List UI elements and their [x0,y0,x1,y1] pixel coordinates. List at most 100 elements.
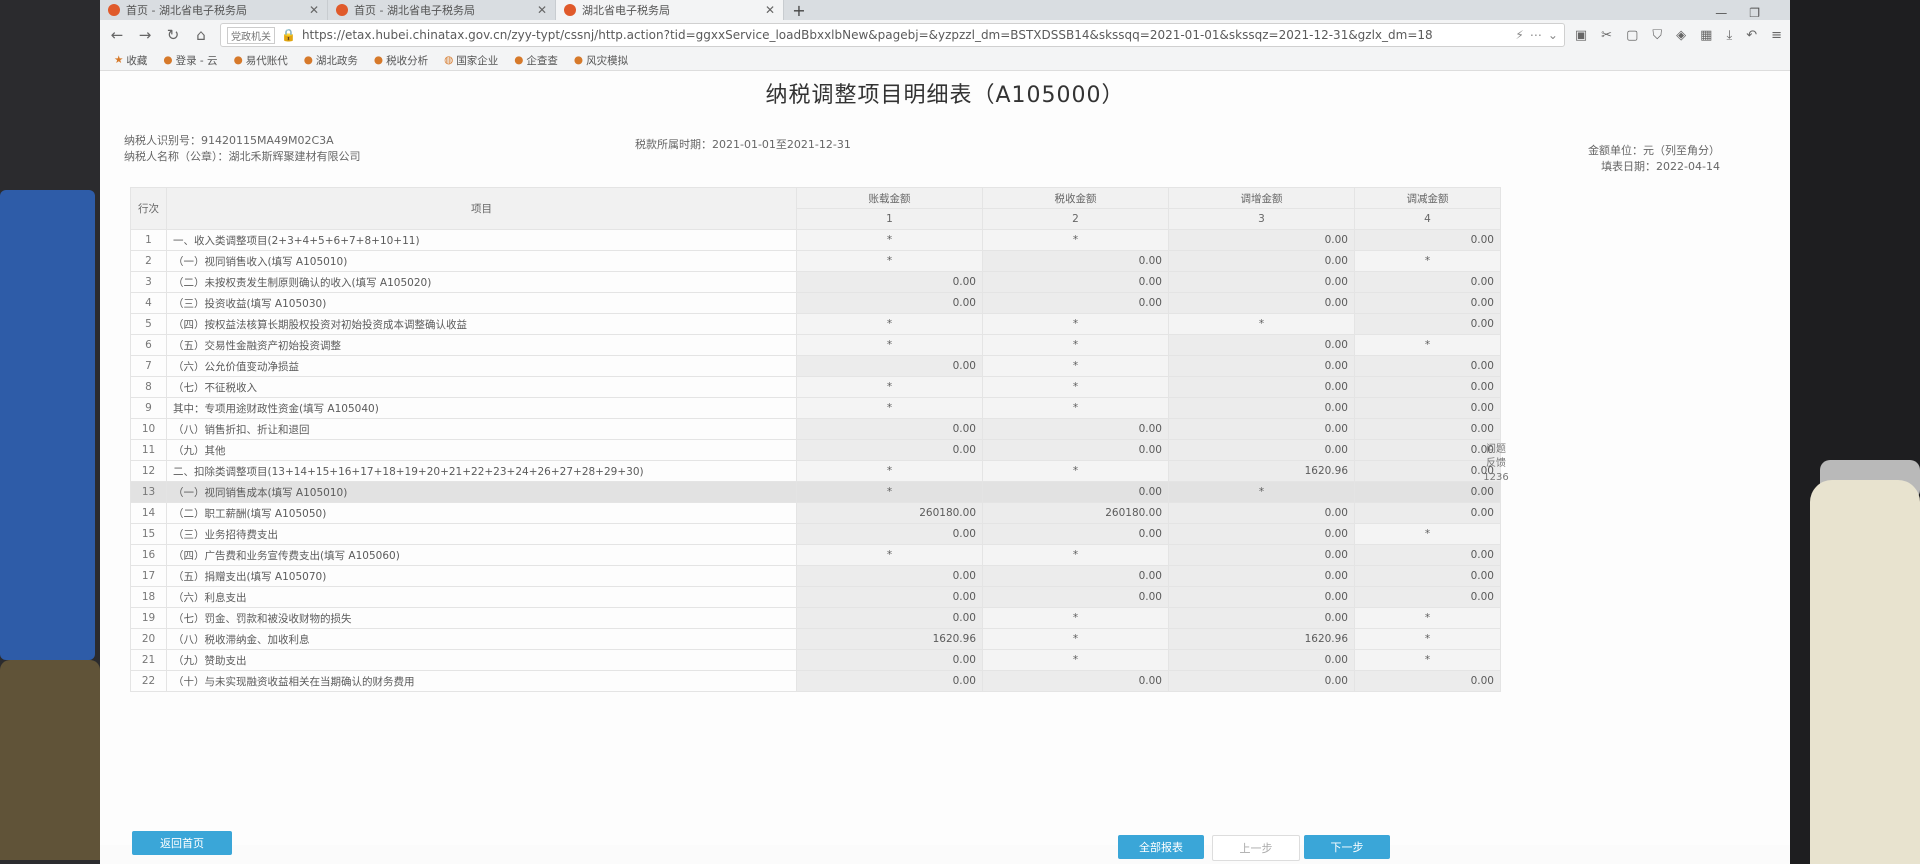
amount-cell[interactable]: 0.00 [1168,439,1355,461]
scissors-icon[interactable]: ✂ [1601,28,1612,43]
amount-cell[interactable]: 0.00 [982,439,1169,461]
lightning-icon[interactable]: ⚡ [1515,28,1523,42]
address-bar[interactable]: 党政机关 🔒 https://etax.hubei.chinatax.gov.c… [220,23,1565,47]
amount-cell[interactable]: 0.00 [1168,229,1355,251]
amount-cell[interactable]: 0.00 [1354,565,1501,587]
amount-cell[interactable]: 0.00 [1354,355,1501,377]
bookmark-item[interactable]: ◍ 国家企业 [444,53,498,68]
amount-cell[interactable]: 0.00 [796,292,983,314]
amount-cell[interactable]: 0.00 [982,670,1169,692]
amount-cell[interactable]: 0.00 [982,586,1169,608]
amount-cell[interactable]: 260180.00 [982,502,1169,524]
close-tab-icon[interactable]: ✕ [765,3,775,17]
close-tab-icon[interactable]: ✕ [309,3,319,17]
amount-cell[interactable]: 0.00 [796,271,983,293]
amount-cell[interactable]: 0.00 [1168,649,1355,671]
menu-icon[interactable]: ≡ [1771,28,1782,43]
amount-cell[interactable]: 1620.96 [1168,628,1355,650]
amount-cell[interactable]: 0.00 [1354,313,1501,335]
prev-step-button[interactable]: 上一步 [1212,835,1300,861]
amount-cell[interactable]: 0.00 [1354,670,1501,692]
extension-icon[interactable]: ◈ [1676,28,1686,43]
amount-cell[interactable]: 0.00 [1354,481,1501,503]
amount-cell[interactable]: 260180.00 [796,502,983,524]
minimize-icon[interactable]: — [1715,6,1727,20]
amount-cell[interactable]: 0.00 [982,523,1169,545]
url-text[interactable]: https://etax.hubei.chinatax.gov.cn/zyy-t… [302,28,1433,42]
amount-cell[interactable]: 1620.96 [1168,460,1355,482]
amount-cell[interactable]: 0.00 [796,607,983,629]
forward-arrow-icon[interactable]: → [136,26,154,44]
apps-grid-icon[interactable]: ▦ [1700,28,1712,43]
amount-cell[interactable]: 0.00 [1354,502,1501,524]
amount-cell[interactable]: 0.00 [1354,439,1501,461]
browser-tab[interactable]: 首页 - 湖北省电子税务局 ✕ [100,0,328,20]
feedback-float[interactable]: 问题 反馈 1236 [1482,443,1510,485]
amount-cell[interactable]: 0.00 [796,649,983,671]
amount-cell[interactable]: 0.00 [1168,586,1355,608]
amount-cell[interactable]: 0.00 [982,481,1169,503]
amount-cell[interactable]: 0.00 [1168,670,1355,692]
reader-icon[interactable]: ▣ [1575,28,1587,43]
amount-cell[interactable]: 0.00 [1168,502,1355,524]
amount-cell[interactable]: 0.00 [796,439,983,461]
bookmark-item[interactable]: ● 企查查 [514,53,558,68]
amount-cell[interactable]: 0.00 [1354,229,1501,251]
bookmark-item[interactable]: ● 湖北政务 [304,53,358,68]
amount-cell[interactable]: 0.00 [796,586,983,608]
amount-cell[interactable]: 0.00 [1168,355,1355,377]
amount-cell[interactable]: 0.00 [796,565,983,587]
amount-cell[interactable]: 0.00 [1354,460,1501,482]
amount-cell[interactable]: 0.00 [1168,292,1355,314]
more-icon[interactable]: ⋯ [1530,28,1542,42]
bookmark-item[interactable]: ● 易代账代 [234,53,288,68]
back-arrow-icon[interactable]: ← [108,26,126,44]
amount-cell[interactable]: 0.00 [1168,250,1355,272]
download-icon[interactable]: ⤓ [1726,28,1732,43]
amount-cell[interactable]: 1620.96 [796,628,983,650]
amount-cell[interactable]: 0.00 [1354,544,1501,566]
shield-icon[interactable]: ⛉ [1652,28,1662,43]
collection-icon[interactable]: ▢ [1626,28,1638,43]
amount-cell[interactable]: 0.00 [1168,565,1355,587]
amount-cell[interactable]: 0.00 [1354,292,1501,314]
amount-cell[interactable]: 0.00 [796,670,983,692]
new-tab-button[interactable]: + [784,1,814,20]
bookmark-item[interactable]: ● 登录 - 云 [163,53,217,68]
amount-cell[interactable]: 0.00 [1168,544,1355,566]
bookmark-item[interactable]: ★ 收藏 [114,53,147,68]
back-home-button[interactable]: 返回首页 [132,831,232,855]
amount-cell[interactable]: 0.00 [1168,334,1355,356]
all-forms-button[interactable]: 全部报表 [1118,835,1204,859]
amount-cell[interactable]: 0.00 [982,418,1169,440]
browser-tab[interactable]: 首页 - 湖北省电子税务局 ✕ [328,0,556,20]
amount-cell[interactable]: 0.00 [1354,397,1501,419]
amount-cell[interactable]: 0.00 [1354,376,1501,398]
undo-icon[interactable]: ↶ [1746,28,1757,43]
reload-icon[interactable]: ↻ [164,26,182,44]
amount-cell[interactable]: 0.00 [982,565,1169,587]
amount-cell[interactable]: 0.00 [796,523,983,545]
restore-icon[interactable]: ❐ [1749,6,1760,20]
close-tab-icon[interactable]: ✕ [537,3,547,17]
home-icon[interactable]: ⌂ [192,26,210,44]
amount-cell[interactable]: 0.00 [1168,418,1355,440]
amount-cell[interactable]: 0.00 [1354,271,1501,293]
next-step-button[interactable]: 下一步 [1304,835,1390,859]
bookmark-item[interactable]: ● 风灾模拟 [574,53,628,68]
amount-cell[interactable]: 0.00 [796,355,983,377]
amount-cell[interactable]: 0.00 [982,250,1169,272]
amount-cell[interactable]: 0.00 [1354,586,1501,608]
amount-cell[interactable]: 0.00 [982,271,1169,293]
bookmark-item[interactable]: ● 税收分析 [374,53,428,68]
amount-cell[interactable]: 0.00 [982,292,1169,314]
amount-cell[interactable]: 0.00 [1354,418,1501,440]
browser-tab-active[interactable]: 湖北省电子税务局 ✕ [556,0,784,20]
amount-cell[interactable]: 0.00 [1168,376,1355,398]
amount-cell[interactable]: 0.00 [1168,397,1355,419]
amount-cell[interactable]: 0.00 [1168,607,1355,629]
amount-cell[interactable]: 0.00 [796,418,983,440]
chevron-down-icon[interactable]: ⌄ [1548,28,1558,42]
amount-cell[interactable]: 0.00 [1168,271,1355,293]
amount-cell[interactable]: 0.00 [1168,523,1355,545]
